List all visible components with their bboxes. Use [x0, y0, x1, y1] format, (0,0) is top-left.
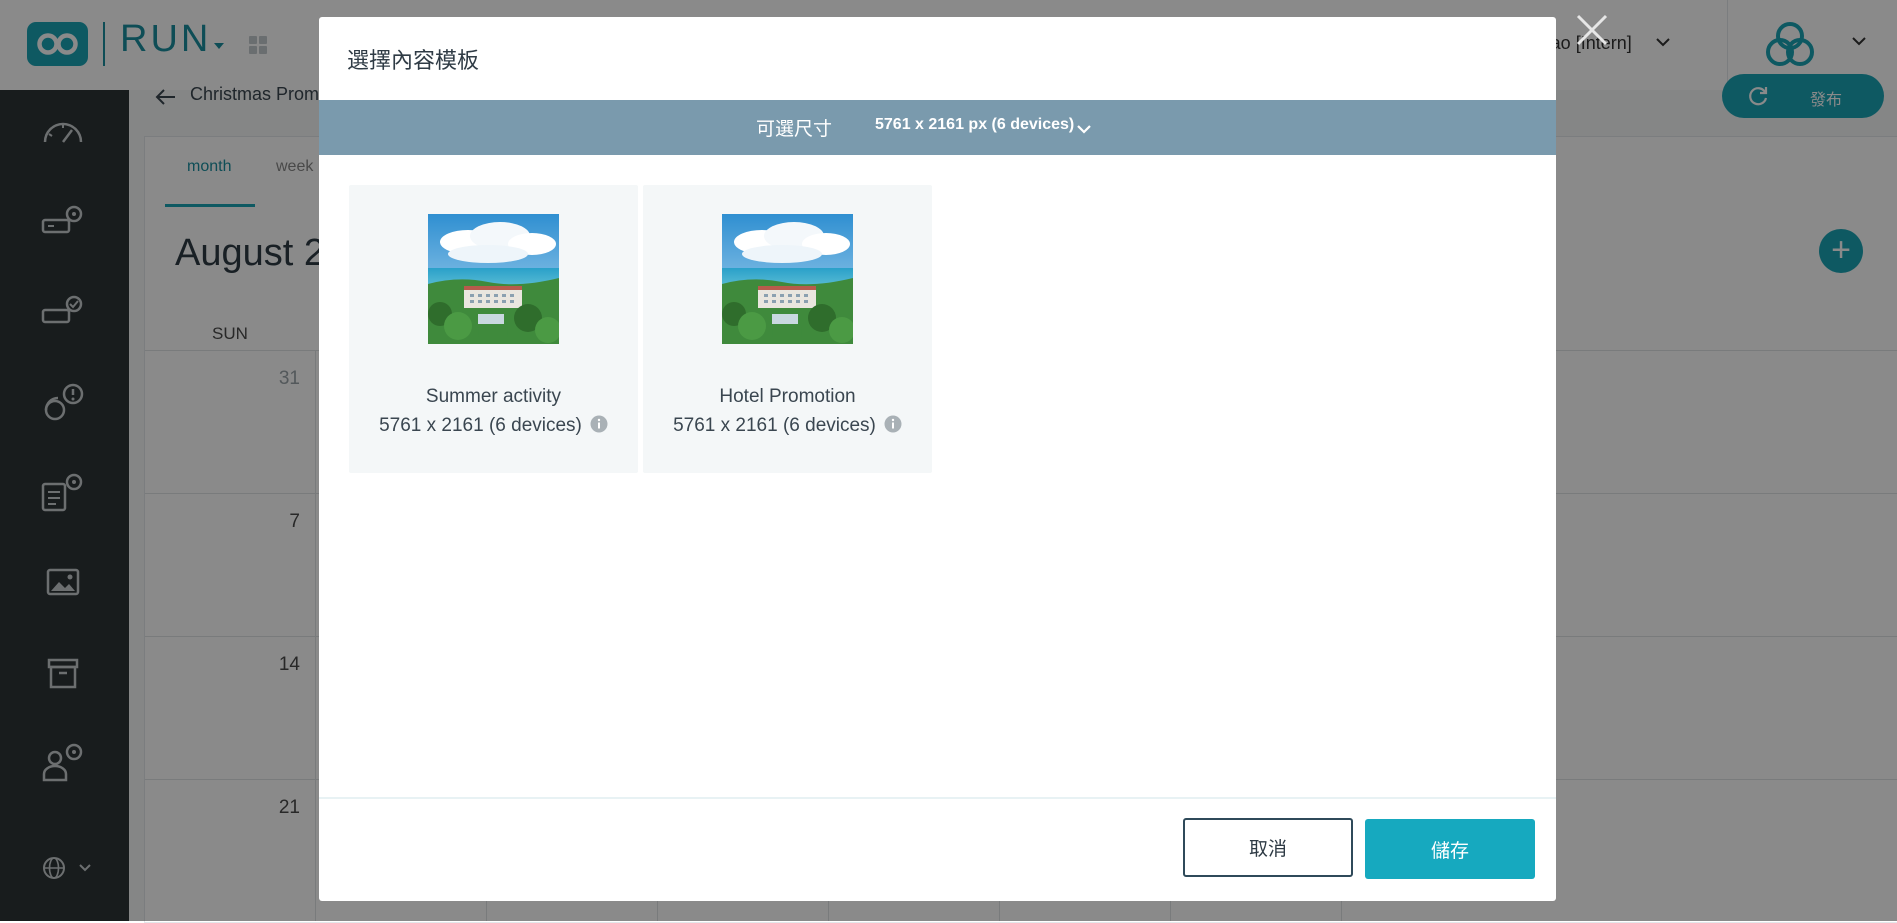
template-card[interactable]: Summer activity 5761 x 2161 (6 devices)	[349, 185, 638, 473]
save-button[interactable]: 儲存	[1365, 819, 1535, 879]
info-icon[interactable]	[590, 415, 608, 439]
chevron-down-icon[interactable]	[1077, 121, 1091, 139]
dialog-title: 選擇內容模板	[347, 48, 480, 73]
size-filter-label: 可選尺寸	[756, 119, 833, 140]
size-filter-bar: 可選尺寸 5761 x 2161 px (6 devices)	[319, 100, 1556, 155]
template-name: Hotel Promotion	[719, 386, 856, 407]
template-size: 5761 x 2161 (6 devices)	[643, 415, 932, 439]
template-size-text: 5761 x 2161 (6 devices)	[673, 415, 876, 436]
cancel-button[interactable]: 取消	[1183, 818, 1353, 877]
template-card[interactable]: Hotel Promotion 5761 x 2161 (6 devices)	[643, 185, 932, 473]
template-name: Summer activity	[425, 386, 562, 407]
dialog-footer-divider	[319, 797, 1556, 799]
size-select[interactable]: 5761 x 2161 px (6 devices)	[875, 116, 1074, 134]
template-size: 5761 x 2161 (6 devices)	[349, 415, 638, 439]
close-icon[interactable]	[1574, 12, 1610, 48]
template-size-text: 5761 x 2161 (6 devices)	[379, 415, 582, 436]
info-icon[interactable]	[884, 415, 902, 439]
template-thumbnail[interactable]	[722, 214, 853, 344]
template-thumbnail[interactable]	[428, 214, 559, 344]
template-picker-dialog: 選擇內容模板 可選尺寸 5761 x 2161 px (6 devices) S…	[319, 17, 1556, 901]
